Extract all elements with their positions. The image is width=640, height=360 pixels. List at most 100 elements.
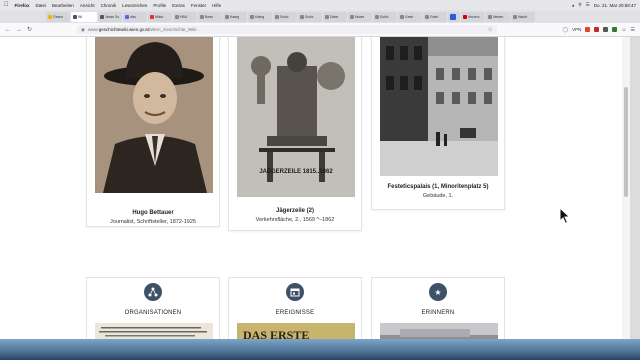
- extension-icon[interactable]: [585, 27, 591, 32]
- pocket-icon[interactable]: ◯: [563, 27, 569, 33]
- tab-favicon: [488, 14, 492, 19]
- browser-tab-active[interactable]: Wi: [71, 11, 97, 22]
- wifi-icon[interactable]: ◕: [572, 3, 575, 8]
- menu-item-profile[interactable]: Profile: [153, 3, 166, 8]
- tab-strip: Gesch Wi Jesse Zu disc Mitch HBU Beari K…: [0, 10, 640, 23]
- category-card-organisationen[interactable]: ORGANISATIONEN: [86, 277, 220, 339]
- tab-favicon: [400, 14, 404, 19]
- browser-tab[interactable]: Nachr: [511, 11, 535, 22]
- extension-icon[interactable]: [603, 27, 609, 32]
- portrait-photo: [95, 37, 213, 193]
- browser-tab[interactable]: Schic: [273, 11, 297, 22]
- browser-tab[interactable]: Verzeic: [461, 11, 485, 22]
- window-edge: [630, 37, 640, 339]
- apple-icon[interactable]: : [4, 2, 9, 8]
- url-prefix: www.: [87, 27, 99, 32]
- browser-tab[interactable]: Jesse Zu: [98, 11, 122, 22]
- bookmark-star-icon[interactable]: ☆: [488, 26, 493, 33]
- tab-favicon: [125, 14, 129, 19]
- desktop-wallpaper: [0, 339, 640, 360]
- tab-favicon: [300, 14, 304, 19]
- site-info-icon[interactable]: ◉: [81, 27, 85, 33]
- tab-label: Gesch: [53, 14, 64, 19]
- menu-item-extras[interactable]: Extras: [172, 3, 185, 8]
- menu-item-datei[interactable]: Datei: [36, 3, 47, 8]
- result-card-hugo-bettauer[interactable]: Hugo Bettauer Journalist, Schriftsteller…: [86, 37, 220, 227]
- tab-favicon: [200, 14, 204, 19]
- tab-label: Wi: [78, 14, 83, 19]
- url-path: /Wien_Geschichte_Wiki: [148, 27, 197, 32]
- category-card-ereignisse[interactable]: EREIGNISSE DAS ERSTE: [228, 277, 362, 339]
- browser-tab[interactable]: Notes: [348, 11, 372, 22]
- browser-toolbar: ← → ↻ ◉ www.geschichtewiki.wien.gv.at/Wi…: [0, 23, 640, 37]
- result-card-festeticspalais[interactable]: Festeticspalais (1, Minoritenplatz 5) Ge…: [371, 37, 505, 210]
- tab-label: disc: [130, 14, 137, 19]
- card-title[interactable]: Hugo Bettauer: [87, 210, 219, 216]
- menu-item-bearbeiten[interactable]: Bearbeiten: [52, 3, 74, 8]
- tab-label: Gesh: [405, 14, 414, 19]
- browser-tab[interactable]: Kateg: [248, 11, 272, 22]
- menu-item-chronik[interactable]: Chronik: [101, 3, 117, 8]
- control-center-icon[interactable]: ☰: [586, 2, 590, 8]
- star-icon: ★: [429, 283, 447, 301]
- browser-tab[interactable]: Neben: [486, 11, 510, 22]
- browser-tab[interactable]: Mitch: [148, 11, 172, 22]
- tab-favicon: [73, 14, 77, 19]
- category-label: EREIGNISSE: [275, 310, 315, 316]
- extension-icon[interactable]: [612, 27, 618, 32]
- browser-tab[interactable]: Schic: [298, 11, 322, 22]
- tab-favicon: [375, 14, 379, 19]
- tab-favicon: [175, 14, 179, 19]
- browser-tab[interactable]: HBU: [173, 11, 197, 22]
- card-title[interactable]: Jägerzeile (2): [229, 208, 361, 214]
- macos-menubar:  Firefox Datei Bearbeiten Ansicht Chron…: [0, 0, 640, 10]
- page-scrollbar[interactable]: [622, 37, 630, 339]
- category-card-erinnern[interactable]: ★ ERINNERN: [371, 277, 505, 339]
- browser-tab[interactable]: Gesch: [46, 11, 70, 22]
- menu-item-ansicht[interactable]: Ansicht: [80, 3, 95, 8]
- poster-text: JAEGERZEILE 1815..1862: [259, 169, 333, 175]
- menu-icon[interactable]: ☰: [631, 27, 635, 33]
- tab-label: Schic: [280, 14, 289, 19]
- tab-label: Nachr: [518, 14, 528, 19]
- tab-favicon: [275, 14, 279, 19]
- menu-item-hilfe[interactable]: Hilfe: [212, 3, 221, 8]
- result-card-jaegerzeile[interactable]: JAEGERZEILE 1815..1862 Jägerzeile (2) Ve…: [228, 37, 362, 231]
- tab-label: Schic: [305, 14, 314, 19]
- tab-label: Beari: [205, 14, 214, 19]
- menu-app-name[interactable]: Firefox: [15, 3, 30, 8]
- browser-tab[interactable]: disc: [123, 11, 147, 22]
- menu-item-fenster[interactable]: Fenster: [191, 3, 206, 8]
- tab-favicon: [150, 14, 154, 19]
- page-content: Hugo Bettauer Journalist, Schriftsteller…: [0, 37, 622, 339]
- browser-tab[interactable]: [448, 11, 460, 22]
- vpn-button[interactable]: VPN: [572, 27, 581, 32]
- tab-label: Jesse Zu: [105, 14, 120, 19]
- browser-tab[interactable]: Gesh: [423, 11, 447, 22]
- menu-item-lesezeichen[interactable]: Lesezeichen: [122, 3, 147, 8]
- reload-icon[interactable]: ↻: [27, 26, 32, 33]
- card-title[interactable]: Festeticspalais (1, Minoritenplatz 5): [372, 184, 504, 190]
- extension-icon[interactable]: [594, 27, 600, 32]
- tab-label: Gesh: [430, 14, 439, 19]
- browser-tab[interactable]: Kateg: [223, 11, 247, 22]
- search-icon[interactable]: ⚲: [578, 2, 581, 8]
- tab-favicon: [463, 14, 467, 19]
- browser-tab[interactable]: Datei: [323, 11, 347, 22]
- browser-tab[interactable]: Beari: [198, 11, 222, 22]
- account-icon[interactable]: ☺: [621, 27, 626, 33]
- building-photo: [380, 37, 498, 176]
- tab-favicon: [225, 14, 229, 19]
- tab-label: Mitch: [155, 14, 164, 19]
- back-icon[interactable]: ←: [5, 27, 11, 33]
- url-bar[interactable]: ◉ www.geschichtewiki.wien.gv.at/Wien_Ges…: [77, 25, 498, 34]
- menubar-clock[interactable]: Do. 21. Mar 20:58:47: [594, 3, 636, 8]
- card-subtitle: Verkehrsfläche, 2., 1569 ^–1862: [255, 217, 335, 223]
- forward-icon[interactable]: →: [16, 27, 22, 33]
- browser-tab[interactable]: Schic: [373, 11, 397, 22]
- scrollbar-thumb[interactable]: [624, 87, 628, 197]
- browser-tab[interactable]: Gesh: [398, 11, 422, 22]
- tab-label: Schic: [380, 14, 389, 19]
- thumbnail-text: DAS ERSTE: [243, 328, 309, 339]
- category-thumbnail: DAS ERSTE: [237, 323, 355, 339]
